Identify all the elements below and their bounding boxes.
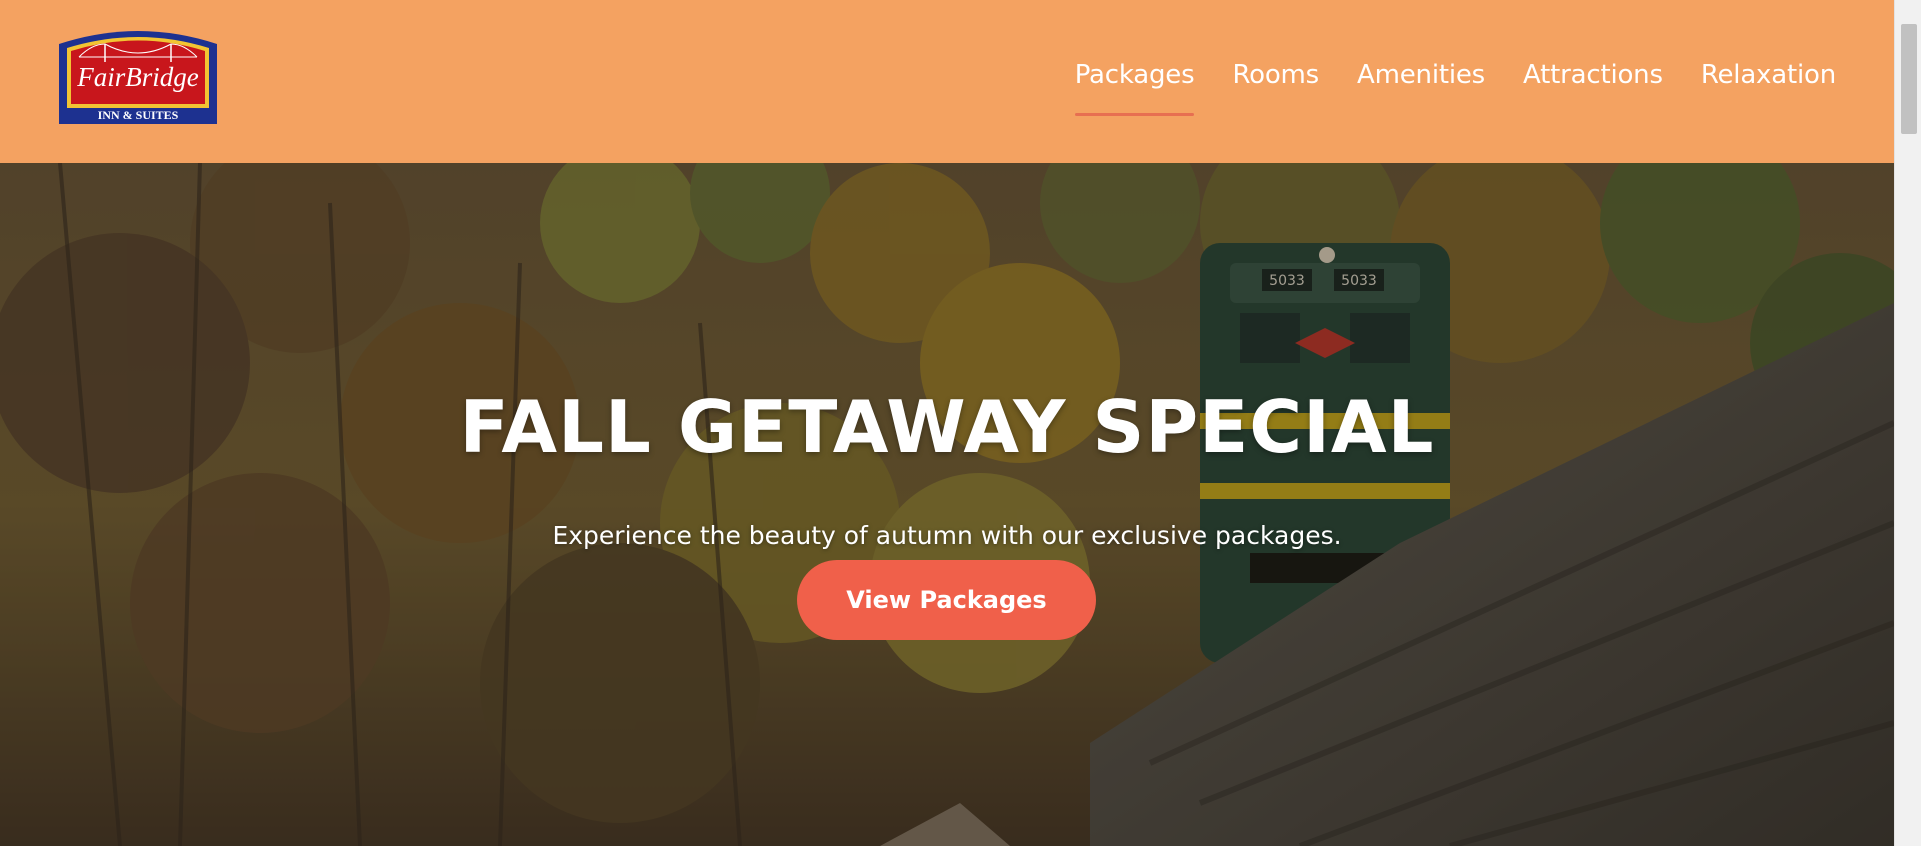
nav-item-packages[interactable]: Packages — [1056, 60, 1214, 116]
nav-item-attractions[interactable]: Attractions — [1504, 60, 1682, 116]
hero-banner: 5033 5033 FALL GETAWAY SPECIAL Experience… — [0, 163, 1894, 846]
fairbridge-logo[interactable]: FairBridge INN & SUITES — [57, 24, 219, 126]
svg-text:INN & SUITES: INN & SUITES — [98, 108, 179, 122]
scrollbar-thumb[interactable] — [1901, 24, 1917, 134]
main-nav: Packages Rooms Amenities Attractions Rel… — [1056, 60, 1836, 116]
hero-overlay — [0, 163, 1894, 846]
svg-text:FairBridge: FairBridge — [76, 62, 199, 92]
logo-image: FairBridge INN & SUITES — [59, 31, 217, 124]
hero-subtitle: Experience the beauty of autumn with our… — [552, 521, 1342, 550]
hero-title: FALL GETAWAY SPECIAL — [459, 385, 1435, 469]
nav-item-rooms[interactable]: Rooms — [1213, 60, 1338, 116]
site-header: FairBridge INN & SUITES Packages Rooms A… — [0, 0, 1894, 163]
nav-item-amenities[interactable]: Amenities — [1338, 60, 1504, 116]
logo-tagline-text: INN & SUITES — [98, 108, 179, 122]
view-packages-button[interactable]: View Packages — [797, 560, 1096, 640]
logo-brand-text: FairBridge — [76, 62, 199, 92]
page-scrollbar[interactable] — [1894, 0, 1921, 846]
page: FairBridge INN & SUITES Packages Rooms A… — [0, 0, 1894, 846]
nav-item-relaxation[interactable]: Relaxation — [1682, 60, 1836, 116]
